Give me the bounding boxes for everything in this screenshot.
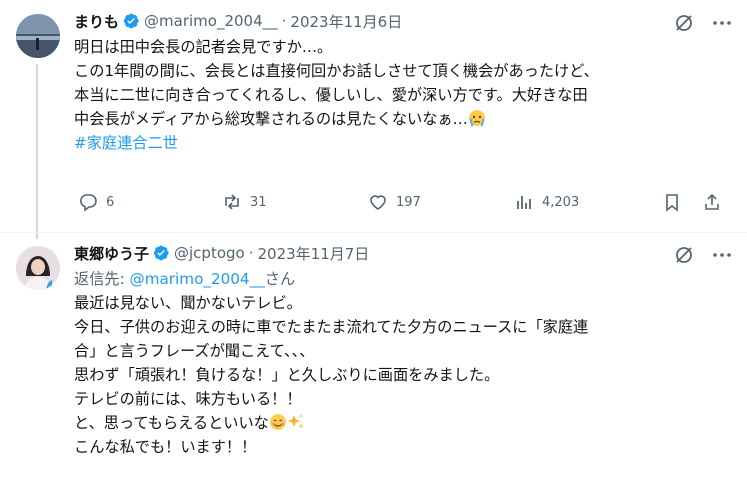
like-count: 197 bbox=[396, 194, 421, 210]
display-name[interactable]: 東郷ゆう子 bbox=[74, 243, 149, 264]
reply-icon bbox=[79, 194, 97, 212]
text-line: と、思ってもらえるといいな bbox=[74, 411, 735, 435]
tweet-marimo[interactable]: まりも @marimo_2004__ · 2023年11月6日 明日は田中会長の… bbox=[0, 0, 747, 239]
sparkles-emoji bbox=[287, 413, 305, 431]
crying-face-emoji bbox=[468, 109, 486, 127]
share-button[interactable] bbox=[702, 192, 722, 212]
handle[interactable]: @marimo_2004__ bbox=[144, 12, 278, 30]
views-button[interactable]: 4,203 bbox=[514, 192, 579, 212]
text-line: 明日は田中会長の記者会見ですか…。 bbox=[74, 38, 333, 56]
avatar[interactable] bbox=[16, 246, 60, 290]
reply-count: 6 bbox=[106, 194, 115, 210]
hashtag-link[interactable]: #家庭連合二世 bbox=[74, 134, 178, 152]
reply-button[interactable]: 6 bbox=[78, 192, 114, 212]
text-line: 最近は見ない、聞かないテレビ。 bbox=[74, 294, 302, 312]
heart-icon bbox=[370, 195, 386, 210]
text-line: 思わず「頑張れ！負けるな！」と久しぶりに画面をみました。 bbox=[74, 366, 500, 384]
view-count: 4,203 bbox=[542, 194, 580, 210]
like-button[interactable]: 197 bbox=[368, 192, 421, 212]
avatar[interactable] bbox=[16, 14, 60, 58]
timestamp[interactable]: 2023年11月6日 bbox=[290, 11, 402, 32]
handle[interactable]: @jcptogo bbox=[174, 244, 245, 262]
share-icon bbox=[705, 193, 719, 210]
mention-link[interactable]: @marimo_2004__ bbox=[130, 270, 265, 288]
text-line: この1年間の間に、会長とは直接何回かお話しさせて頂く機会があったけど、 bbox=[74, 62, 599, 80]
thread-line bbox=[36, 64, 38, 239]
text-line: 今日、子供のお迎えの時に車でたまたま流れてた夕方のニュースに「家庭連 bbox=[74, 318, 589, 336]
more-options-icon[interactable] bbox=[711, 244, 733, 266]
text-line: テレビの前には、味方もいる！！ bbox=[74, 390, 302, 408]
verified-badge-icon bbox=[122, 12, 140, 30]
text-line: 中会長がメディアから総攻撃されるのは見たくないなぁ… bbox=[74, 107, 735, 131]
more-options-icon[interactable] bbox=[711, 12, 733, 34]
verified-badge-icon bbox=[152, 244, 170, 262]
repost-count: 31 bbox=[250, 194, 267, 210]
separator-dot: · bbox=[281, 12, 287, 30]
bookmark-icon bbox=[666, 194, 678, 212]
text-line: 合」と言うフレーズが聞こえて、、、 bbox=[74, 342, 315, 360]
text-line: こんな私でも！います！！ bbox=[74, 438, 257, 456]
grok-icon[interactable] bbox=[673, 244, 695, 266]
separator-dot: · bbox=[248, 244, 254, 262]
tweet-jcptogo[interactable]: 東郷ゆう子 @jcptogo · 2023年11月7日 返信先: @marimo… bbox=[0, 232, 747, 497]
text-line: 本当に二世に向き合ってくれるし、優しいし、愛が深い方です。大好きな田 bbox=[74, 86, 588, 104]
smiling-face-emoji bbox=[269, 413, 287, 431]
bookmark-button[interactable] bbox=[662, 192, 682, 212]
tweet-text: 明日は田中会長の記者会見ですか…。 この1年間の間に、会長とは直接何回かお話しさ… bbox=[74, 35, 735, 155]
repost-button[interactable]: 31 bbox=[222, 192, 267, 212]
repost-icon bbox=[225, 194, 239, 210]
tweet-text: 返信先: @marimo_2004__さん 最近は見ない、聞かないテレビ。 今日… bbox=[74, 267, 735, 459]
analytics-icon bbox=[517, 196, 531, 209]
timestamp[interactable]: 2023年11月7日 bbox=[258, 243, 370, 264]
grok-icon[interactable] bbox=[673, 12, 695, 34]
display-name[interactable]: まりも bbox=[74, 11, 119, 32]
reply-to-line: 返信先: @marimo_2004__さん bbox=[74, 270, 296, 288]
